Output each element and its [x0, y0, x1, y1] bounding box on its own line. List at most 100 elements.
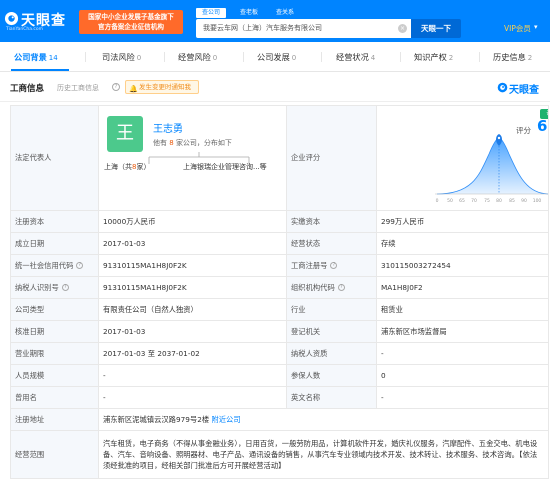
row-label-text: 核准日期 — [15, 326, 45, 336]
official-badge: 国家中小企业发展子基金旗下 官方备案企业征信机构 — [79, 10, 183, 34]
row-value-text: - — [381, 393, 384, 402]
tab-label: 公司背景 — [14, 52, 47, 62]
table-row: 注册地址 浦东新区泥城镇云汉路979号2楼 附近公司 — [10, 408, 549, 431]
row-value-text: 2017-01-03 至 2037-01-02 — [103, 348, 200, 358]
section-title: 工商信息 — [10, 84, 45, 94]
summary-count: 8 — [169, 139, 174, 147]
chevron-down-icon[interactable]: ▾ — [534, 23, 538, 31]
row-value-text: 2017-01-03 — [103, 327, 146, 336]
section-logo-text: 天眼查 — [509, 85, 539, 96]
help-icon[interactable]: ? — [112, 83, 120, 91]
tab-operation-risk[interactable]: 经营风险 0 — [178, 42, 217, 72]
clear-icon[interactable]: × — [398, 24, 407, 33]
row-label: 曾用名 — [10, 386, 99, 409]
axis-tick-label: 75 — [484, 198, 490, 204]
axis-tick-label: 50 — [447, 198, 453, 204]
row-value-text: MA1H8J0F2 — [381, 283, 423, 292]
notify-change-button[interactable]: 🔔 发生变更时通知我 — [125, 80, 199, 94]
tab-count: 2 — [448, 54, 454, 62]
credit-score-label: 企业评分 — [286, 105, 377, 211]
row-value: 存续 — [376, 232, 549, 255]
badge-line-2: 官方备案企业征信机构 — [98, 23, 164, 31]
row-value: 10000万人民币 — [98, 210, 287, 233]
history-link[interactable]: 历史工商信息 — [57, 83, 99, 93]
vip-link[interactable]: VIP会员 — [504, 23, 531, 34]
row-value: 有限责任公司（自然人独资） — [98, 298, 287, 321]
location-pre: 上海（共 — [104, 163, 132, 171]
legal-rep-name[interactable]: 王志勇 — [153, 120, 183, 135]
table-row: 公司类型 有限责任公司（自然人独资） 行业 租赁业 — [10, 298, 549, 321]
search-input[interactable]: 我要云车网（上海）汽车服务有限公司 × — [196, 19, 411, 38]
row-label-text: 统一社会信用代码 — [15, 260, 74, 270]
tab-count: 0 — [291, 54, 297, 62]
row-label: 登记机关 — [286, 320, 377, 343]
tab-divider — [85, 52, 86, 62]
legal-rep-summary: 他有 8 家公司，分布如下 — [153, 138, 232, 148]
row-value: 91310115MA1H8J0F2K — [98, 276, 287, 299]
search-tab-boss[interactable]: 查老板 — [234, 8, 264, 18]
info-rows: 注册资本 10000万人民币 实缴资本 299万人民币 成立日期 2017-01-03 经营… — [10, 210, 549, 409]
location-post: 家） — [136, 163, 151, 171]
search-button[interactable]: 天眼一下 — [411, 19, 461, 38]
tab-divider — [400, 52, 401, 62]
row-label-text: 纳税人资质 — [291, 348, 328, 358]
tab-label: 经营状况 — [336, 52, 369, 62]
tab-company-background[interactable]: 公司背景 14 — [14, 42, 58, 72]
business-info-table: 法定代表人 王 王志勇 他有 8 家公司，分布如下 上海（共8家） 上海银瑞企业… — [10, 105, 549, 479]
table-row: 人员规模 - 参保人数 0 — [10, 364, 549, 387]
row-label-text: 注册资本 — [15, 216, 45, 226]
avatar[interactable]: 王 — [107, 116, 143, 152]
bell-icon: 🔔 — [129, 85, 138, 93]
axis-tick-label: 0 — [436, 198, 439, 204]
location-summary: 上海（共8家） — [104, 162, 150, 172]
logo[interactable]: 天眼查 TianYanCha.com — [4, 9, 76, 33]
table-row: 注册资本 10000万人民币 实缴资本 299万人民币 — [10, 210, 549, 233]
row-value: MA1H8J0F2 — [376, 276, 549, 299]
tab-company-development[interactable]: 公司发展 0 — [257, 42, 296, 72]
row-value-text: 299万人民币 — [381, 216, 425, 226]
tab-history[interactable]: 历史信息 2 — [493, 42, 532, 72]
help-icon[interactable]: ? — [337, 284, 345, 291]
notify-label: 发生变更时通知我 — [139, 83, 191, 91]
search-tab-company[interactable]: 查公司 — [196, 8, 226, 18]
row-value: 浦东新区市场监督局 — [376, 320, 549, 343]
row-label-text: 参保人数 — [291, 370, 321, 380]
row-value-text: 0 — [381, 371, 386, 380]
help-icon[interactable]: ? — [76, 262, 84, 269]
row-value: - — [98, 364, 287, 387]
axis-tick-label: 70 — [471, 198, 477, 204]
help-icon[interactable]: ? — [61, 284, 69, 291]
table-row: 法定代表人 王 王志勇 他有 8 家公司，分布如下 上海（共8家） 上海银瑞企业… — [10, 105, 549, 211]
row-value: 2017-01-03 至 2037-01-02 — [98, 342, 287, 365]
search-tab-relation[interactable]: 查关系 — [270, 8, 300, 18]
row-value-text: 310115003272454 — [381, 261, 451, 270]
row-value-text: - — [103, 371, 106, 380]
related-company[interactable]: 上海银瑞企业管理咨询...等 — [183, 162, 267, 172]
row-label: 核准日期 — [10, 320, 99, 343]
address-label: 注册地址 — [10, 408, 99, 431]
tab-bar: 公司背景 14 司法风险 0 经营风险 0 公司发展 0 经营状况 4 知识产权 2 历史信… — [0, 42, 550, 72]
row-label: 经营状态 — [286, 232, 377, 255]
tab-business-status[interactable]: 经营状况 4 — [336, 42, 375, 72]
tab-count: 0 — [136, 54, 142, 62]
row-value-text: 10000万人民币 — [103, 216, 156, 226]
tab-judicial-risk[interactable]: 司法风险 0 — [102, 42, 141, 72]
row-label-text: 成立日期 — [15, 238, 45, 248]
logo-url: TianYanCha.com — [6, 27, 44, 32]
axis-tick-label: 80 — [496, 198, 502, 204]
axis-tick-label: 90 — [521, 198, 527, 204]
legal-rep-cell: 王 王志勇 他有 8 家公司，分布如下 上海（共8家） 上海银瑞企业管理咨询..… — [98, 105, 287, 211]
tab-divider — [479, 52, 480, 62]
tab-count: 2 — [527, 54, 533, 62]
help-icon[interactable]: ? — [330, 262, 338, 269]
row-label: 行业 — [286, 298, 377, 321]
active-tab-underline — [11, 69, 69, 71]
table-row: 经营范围 汽车租赁，电子商务（不得从事金融业务），日用百货，一般劳防用品，计算机… — [10, 430, 549, 479]
row-value-text: 租赁业 — [381, 304, 403, 314]
row-label: 工商注册号? — [286, 254, 377, 277]
row-value-text: - — [381, 349, 384, 358]
tab-intellectual-property[interactable]: 知识产权 2 — [414, 42, 453, 72]
row-value-text: 2017-01-03 — [103, 239, 146, 248]
table-row: 纳税人识别号? 91310115MA1H8J0F2K 组织机构代码? MA1H8J0F… — [10, 276, 549, 299]
nearby-companies-link[interactable]: 附近公司 — [211, 415, 240, 424]
